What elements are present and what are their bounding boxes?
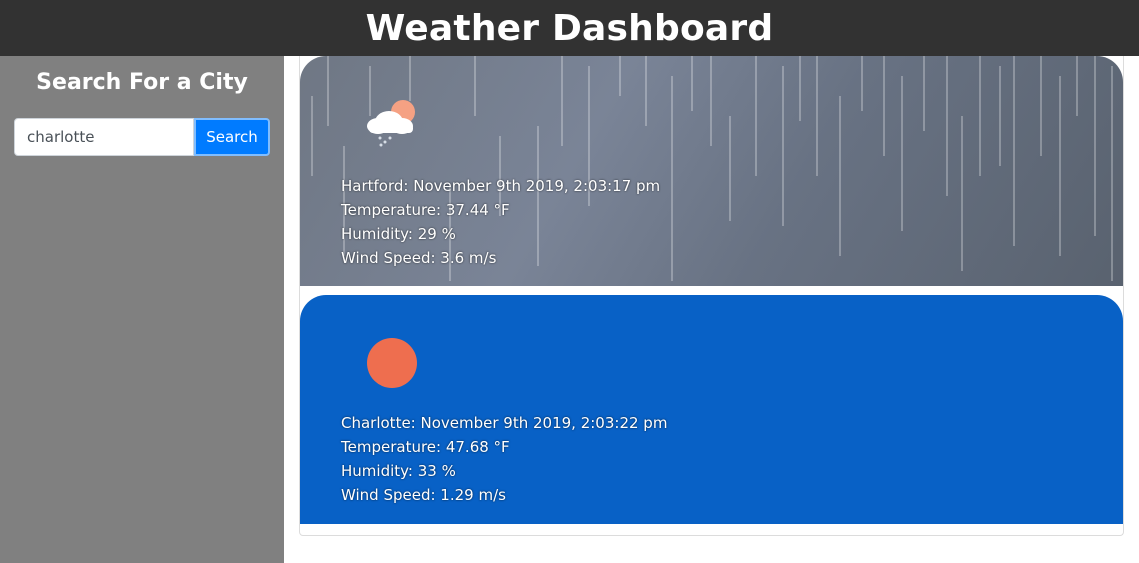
- page-header: Weather Dashboard: [0, 0, 1139, 56]
- temperature-value: Temperature: 37.44 °F: [341, 201, 510, 219]
- sidebar: Search For a City Search: [0, 56, 284, 563]
- search-input[interactable]: [14, 118, 194, 156]
- wind-speed-value: Wind Speed: 3.6 m/s: [341, 249, 497, 267]
- city-date-time: Hartford: November 9th 2019, 2:03:17 pm: [341, 177, 661, 195]
- weather-details: Charlotte: November 9th 2019, 2:03:22 pm…: [341, 411, 667, 507]
- humidity-value: Humidity: 33 %: [341, 462, 456, 480]
- weather-card-hartford: Hartford: November 9th 2019, 2:03:17 pm …: [300, 56, 1123, 286]
- rain-cloud-sun-icon: [367, 100, 415, 147]
- weather-details: Hartford: November 9th 2019, 2:03:17 pm …: [341, 174, 660, 270]
- weather-card-charlotte: Charlotte: November 9th 2019, 2:03:22 pm…: [300, 295, 1123, 524]
- page-title: Weather Dashboard: [365, 7, 774, 49]
- wind-speed-value: Wind Speed: 1.29 m/s: [341, 486, 506, 504]
- sidebar-heading: Search For a City: [36, 70, 248, 95]
- search-button[interactable]: Search: [194, 118, 270, 156]
- city-date-time: Charlotte: November 9th 2019, 2:03:22 pm: [341, 414, 668, 432]
- temperature-value: Temperature: 47.68 °F: [341, 438, 510, 456]
- sun-icon: [367, 338, 417, 388]
- weather-results-panel: Hartford: November 9th 2019, 2:03:17 pm …: [299, 56, 1124, 536]
- humidity-value: Humidity: 29 %: [341, 225, 456, 243]
